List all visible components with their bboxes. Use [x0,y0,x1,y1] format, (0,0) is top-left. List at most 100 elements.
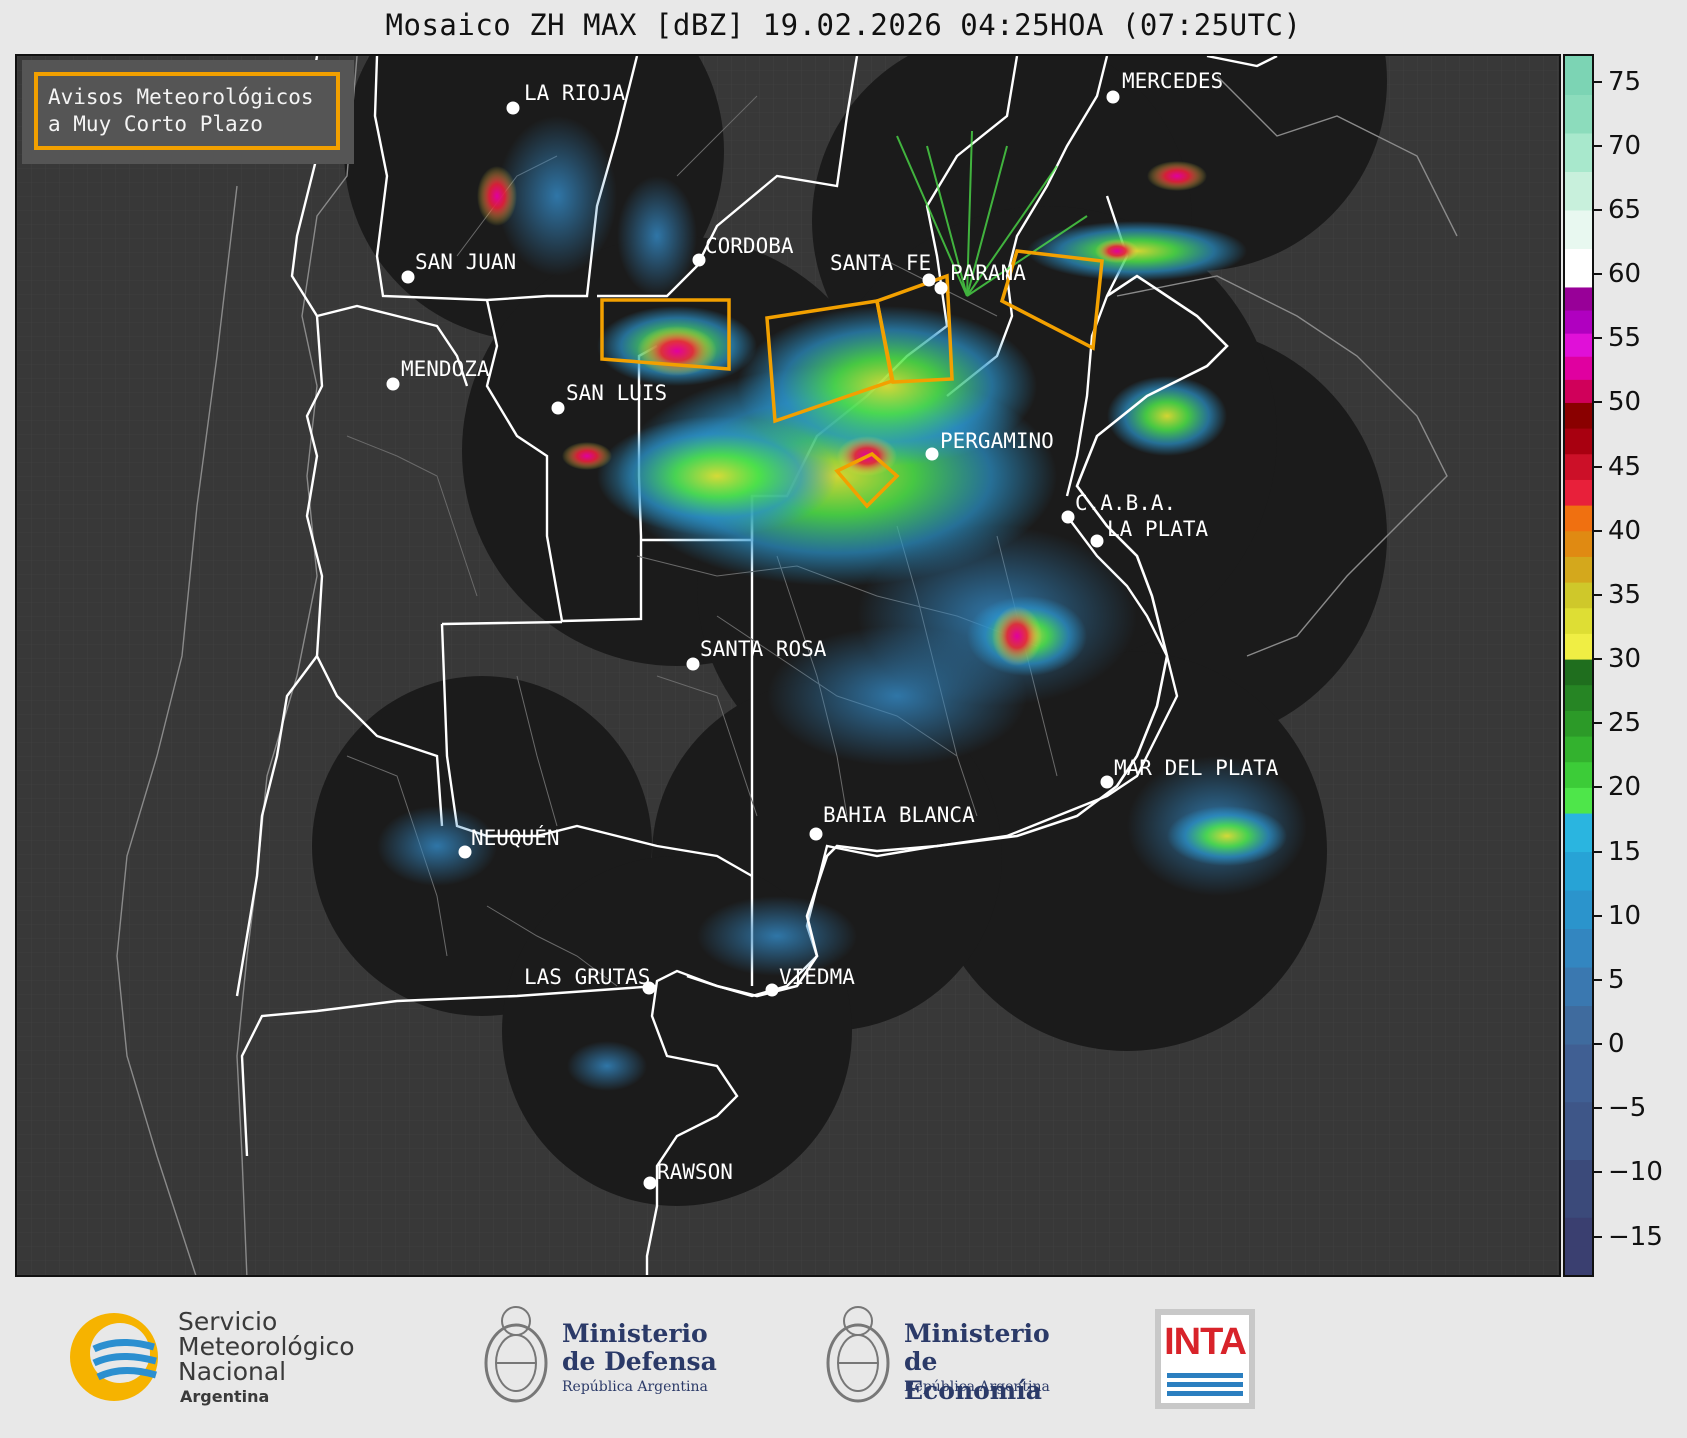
radar-map[interactable]: LA RIOJA MERCEDES CORDOBA SAN JUAN SANTA… [15,54,1561,1277]
city-dot-parana [934,281,948,295]
city-label: LA PLATA [1107,517,1209,541]
city-dot-santa-fe [922,273,936,287]
city-label: SANTA ROSA [700,637,827,661]
colorbar-tick: 35 [1594,580,1641,610]
colorbar-tick: 55 [1594,323,1641,353]
defensa-logo: Ministerio de Defensa República Argentin… [478,1297,728,1417]
smn-line3: Nacional [178,1357,287,1386]
city-label: PERGAMINO [940,429,1054,453]
colorbar-band [1565,209,1592,249]
city-label: SAN LUIS [566,381,667,405]
city-dot-san-luis [551,401,565,415]
colorbar-tick: 25 [1594,708,1641,738]
city-label: RAWSON [657,1160,733,1184]
city-dot-mercedes [1106,90,1120,104]
colorbar-tick-label: 0 [1608,1029,1625,1060]
colorbar-tick: 10 [1594,901,1641,931]
city-label: MAR DEL PLATA [1114,756,1279,780]
colorbar-band [1565,171,1592,211]
colorbar-band [1565,761,1592,788]
colorbar-tick: 5 [1594,965,1625,995]
colorbar-tick: −5 [1594,1093,1646,1123]
colorbar-band [1565,94,1592,134]
city-label: C.A.B.A. [1075,491,1176,515]
warning-legend-label: Avisos Meteorológicos a Muy Corto Plazo [34,72,340,150]
colorbar-tick: 75 [1594,67,1641,97]
colorbar-tick-label: 15 [1608,836,1642,867]
colorbar-band [1565,967,1592,1007]
defensa-line2: de Defensa [562,1347,717,1376]
colorbar-band [1565,787,1592,814]
colorbar-band [1565,556,1592,583]
coat-of-arms-icon [484,1306,548,1403]
colorbar-band [1565,736,1592,763]
smn-logo: Servicio Meteorológico Nacional Argentin… [64,1307,394,1417]
city-label: CORDOBA [705,234,794,258]
colorbar-tick-label: 5 [1608,964,1625,995]
economia-line1: Ministerio [904,1319,1050,1348]
city-dot-mendoza [386,377,400,391]
map-title: Mosaico ZH MAX [dBZ] 19.02.2026 04:25HOA… [385,8,1302,42]
colorbar-tick: −10 [1594,1157,1663,1187]
colorbar-band [1565,1044,1592,1103]
colorbar-tick-label: 65 [1608,194,1642,225]
city-dot-la-rioja [506,101,520,115]
colorbar-tick: 30 [1594,644,1641,674]
defensa-line1: Ministerio [562,1319,708,1348]
radar-map-svg: LA RIOJA MERCEDES CORDOBA SAN JUAN SANTA… [17,56,1559,1275]
footer-logos: Servicio Meteorológico Nacional Argentin… [0,1277,1687,1438]
colorbar-svg [1565,56,1592,1275]
city-label: NEUQUÉN [471,825,560,850]
colorbar-tick-label: 75 [1608,66,1642,97]
colorbar-tick-label: −10 [1608,1157,1663,1188]
city-label: PARANA [950,261,1026,285]
defensa-line3: República Argentina [562,1379,708,1395]
economia-line2: de Economía [904,1347,1042,1405]
colorbar-tick: 40 [1594,516,1641,546]
warning-legend: Avisos Meteorológicos a Muy Corto Plazo [22,60,354,164]
economia-logo: Ministerio de Economía República Argenti… [820,1297,1070,1417]
smn-line1: Servicio [178,1307,278,1336]
colorbar-band [1565,333,1592,357]
city-label: MERCEDES [1122,69,1223,93]
coat-of-arms-icon [826,1306,890,1403]
colorbar-tick-label: 60 [1608,259,1642,290]
colorbar-band [1565,1159,1592,1218]
colorbar-tick-label: 25 [1608,708,1642,739]
colorbar-tick-label: 20 [1608,772,1642,803]
city-label: BAHIA BLANCA [823,803,975,827]
city-label: LAS GRUTAS [524,965,650,989]
colorbar-tick: 50 [1594,387,1641,417]
colorbar-band [1565,684,1592,711]
colorbar-band [1565,851,1592,891]
city-dot-rawson [643,1176,657,1190]
city-dot-neuquen [458,845,472,859]
colorbar-tick-label: −15 [1608,1221,1663,1252]
colorbar-band [1565,286,1592,311]
colorbar-band [1565,530,1592,557]
colorbar-band [1565,710,1592,737]
colorbar-tick: 45 [1594,452,1641,482]
inta-logo: INTA [1155,1309,1255,1409]
colorbar-band [1565,132,1592,172]
smn-emblem-icon [70,1313,158,1401]
colorbar-tick-label: 30 [1608,644,1642,675]
inta-wordmark: INTA [1164,1321,1247,1363]
colorbar-band [1565,56,1592,95]
colorbar-tick: 20 [1594,772,1641,802]
colorbar-band [1565,813,1592,853]
city-label: SAN JUAN [415,250,516,274]
city-dot-la-plata [1090,534,1104,548]
colorbar-band [1565,1217,1592,1275]
colorbar-tick: 0 [1594,1029,1625,1059]
colorbar-tick: 60 [1594,259,1641,289]
city-label: MENDOZA [401,357,490,381]
colorbar-tick-label: 40 [1608,515,1642,546]
city-dot-santa-rosa [686,657,700,671]
economia-line3: República Argentina [904,1379,1050,1395]
colorbar-tick-label: 10 [1608,900,1642,931]
city-dot-san-juan [401,270,415,284]
city-label: SANTA FE [830,251,931,275]
colorbar-band [1565,310,1592,334]
colorbar-band [1565,453,1592,480]
